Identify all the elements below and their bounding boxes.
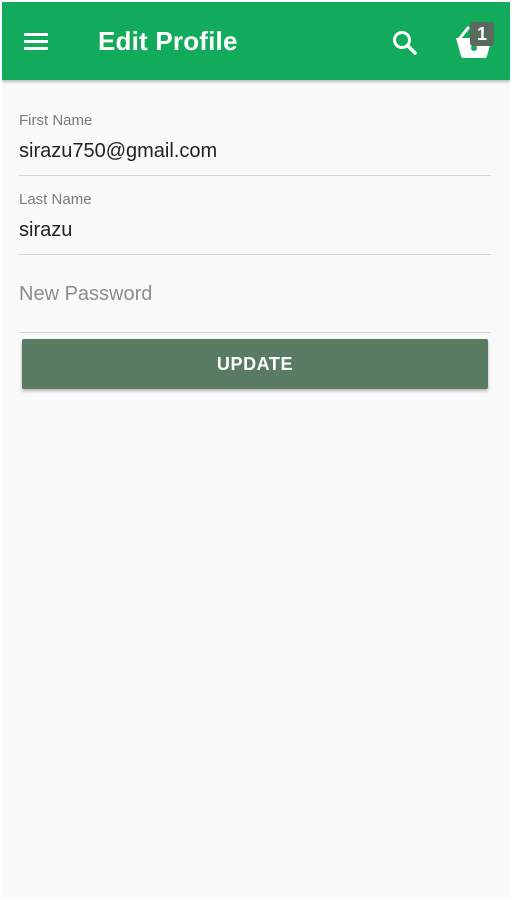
last-name-field: Last Name [19, 191, 491, 257]
first-name-underline [19, 175, 491, 176]
last-name-input[interactable] [19, 215, 491, 245]
new-password-underline [19, 332, 491, 333]
edit-profile-screen: Edit Profile 1 First Name Last Name [2, 2, 510, 898]
search-icon[interactable] [390, 28, 420, 58]
first-name-field: First Name [19, 112, 491, 178]
update-button[interactable]: UPDATE [22, 339, 488, 389]
new-password-field [19, 279, 491, 335]
new-password-input[interactable] [19, 279, 491, 309]
first-name-label: First Name [19, 112, 93, 129]
cart-count-badge: 1 [470, 22, 494, 46]
last-name-label: Last Name [19, 191, 92, 208]
last-name-underline [19, 254, 491, 255]
menu-icon[interactable] [22, 30, 50, 54]
first-name-input[interactable] [19, 136, 491, 166]
app-bar: Edit Profile 1 [2, 2, 510, 80]
page-title: Edit Profile [98, 26, 238, 56]
